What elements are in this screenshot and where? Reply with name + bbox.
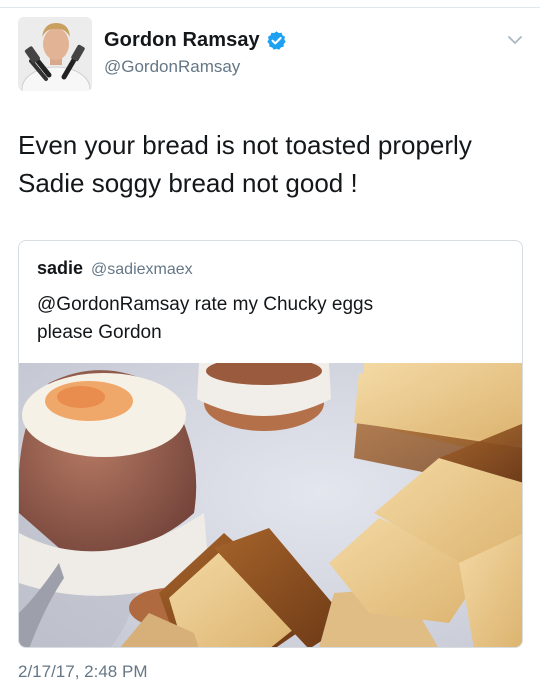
author-display-name[interactable]: Gordon Ramsay [104, 29, 260, 52]
tweet-text-line: Sadie soggy bread not good ! [18, 168, 358, 198]
tweet-text-line: Even your bread is not toasted properly [18, 130, 472, 160]
quoted-tweet-text-line: please Gordon [37, 322, 162, 343]
quoted-tweet-photo[interactable] [19, 363, 522, 647]
quoted-tweet-text: @GordonRamsay rate my Chucky eggs please… [37, 291, 507, 347]
eggs-and-toast-photo [19, 363, 522, 647]
quoted-tweet-card[interactable]: sadie @sadiexmaex @GordonRamsay rate my … [18, 240, 523, 648]
tweet-timestamp[interactable]: 2/17/17, 2:48 PM [18, 662, 147, 682]
quoted-author-handle: @sadiexmaex [91, 261, 193, 278]
chef-portrait-avatar [18, 17, 92, 91]
quoted-author-name: sadie [37, 258, 84, 278]
author-handle[interactable]: @GordonRamsay [104, 57, 240, 77]
verified-badge-icon [266, 30, 287, 51]
quoted-tweet-header: sadie @sadiexmaex [37, 258, 193, 279]
top-divider [0, 0, 540, 8]
author-name-row[interactable]: Gordon Ramsay [104, 29, 287, 52]
chevron-down-icon[interactable] [506, 31, 524, 49]
avatar[interactable] [18, 17, 92, 91]
tweet-header: Gordon Ramsay @GordonRamsay [18, 17, 528, 93]
tweet-text: Even your bread is not toasted properly … [18, 126, 528, 202]
quoted-tweet-text-line: @GordonRamsay rate my Chucky eggs [37, 294, 374, 315]
